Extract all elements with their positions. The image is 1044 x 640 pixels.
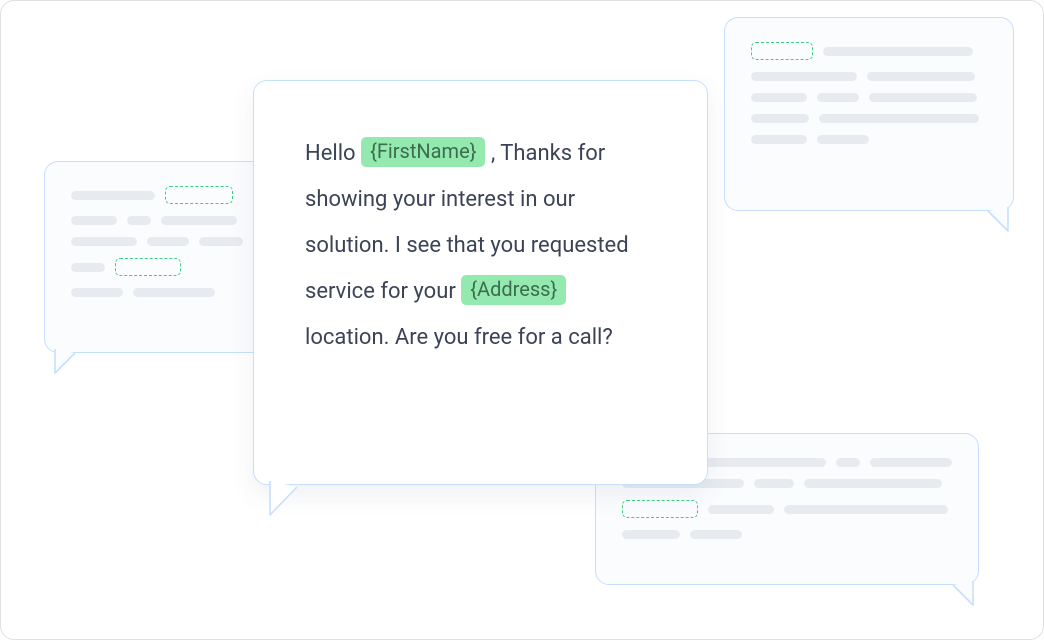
text-segment: location. Are you free for a call?: [305, 325, 613, 350]
text-segment: Hello: [305, 141, 361, 166]
skeleton-line: [71, 288, 244, 297]
skeleton-line: [751, 114, 987, 123]
skeleton-line: [751, 42, 987, 60]
merge-tag-firstname: {FirstName}: [361, 137, 485, 167]
skeleton-line: [71, 237, 244, 246]
main-message-text: Hello {FirstName} , Thanks for showing y…: [305, 131, 645, 361]
skeleton-line: [751, 135, 987, 144]
bubble-tail-icon: [949, 581, 977, 609]
bubble-tail-icon: [265, 481, 293, 509]
skeleton-line: [71, 186, 244, 204]
skeleton-line: [622, 500, 952, 518]
illustration-stage: Hello {FirstName} , Thanks for showing y…: [0, 0, 1044, 640]
chat-bubble-left: [44, 161, 271, 353]
skeleton-line: [751, 93, 987, 102]
merge-tag-address: {Address}: [461, 275, 566, 305]
chat-bubble-top-right: [724, 17, 1014, 211]
bubble-tail-icon: [984, 207, 1012, 235]
bubble-tail-icon: [51, 349, 79, 377]
skeleton-line: [622, 530, 952, 539]
skeleton-line: [751, 72, 987, 81]
skeleton-line: [71, 258, 244, 276]
skeleton-line: [71, 216, 244, 225]
